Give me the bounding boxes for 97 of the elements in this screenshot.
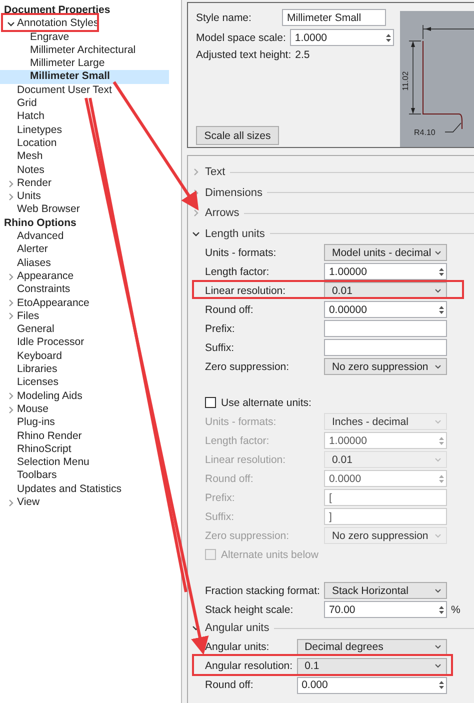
tree-item[interactable]: Updates and Statistics bbox=[0, 482, 169, 496]
spin-field[interactable]: 0.00000 bbox=[324, 301, 447, 318]
tree-item[interactable]: Files bbox=[0, 310, 169, 324]
field-value: 2.5 bbox=[295, 49, 310, 61]
tree-item[interactable]: Units bbox=[0, 190, 169, 204]
field-label: Length factor: bbox=[205, 434, 270, 446]
chevron-icon[interactable] bbox=[6, 20, 14, 28]
tree-item[interactable]: Libraries bbox=[0, 363, 169, 376]
tree-item[interactable]: Toolbars bbox=[0, 469, 169, 483]
tree-item[interactable]: Web Browser bbox=[0, 203, 169, 217]
tree-item[interactable]: Hatch bbox=[0, 110, 169, 124]
section-header[interactable]: Text bbox=[205, 166, 226, 178]
tree-item[interactable]: Constraints bbox=[0, 283, 169, 297]
input-field[interactable]: Millimeter Small bbox=[282, 9, 386, 26]
chevron-icon bbox=[434, 456, 442, 464]
field-label: Suffix: bbox=[205, 342, 235, 354]
dimension-label: R4.10 bbox=[414, 128, 436, 137]
field-label: Linear resolution: bbox=[205, 284, 287, 296]
tree-item[interactable]: Rhino Render bbox=[0, 430, 169, 443]
scale-all-sizes-button[interactable]: Scale all sizes bbox=[196, 126, 279, 145]
chevron-icon bbox=[434, 418, 442, 426]
tree-item[interactable]: View bbox=[0, 496, 169, 510]
field-label: Fraction stacking format: bbox=[205, 584, 320, 596]
dropdown[interactable]: Stack Horizontal bbox=[324, 582, 447, 599]
chevron-icon bbox=[434, 586, 442, 594]
chevron-icon bbox=[434, 286, 442, 294]
spin-field[interactable]: 0.000 bbox=[296, 676, 447, 694]
checkbox[interactable] bbox=[205, 397, 216, 408]
tree-item[interactable]: Selection Menu bbox=[0, 456, 169, 470]
tree-item[interactable]: Rhino Options bbox=[0, 216, 169, 230]
tree-item[interactable]: Notes bbox=[0, 164, 169, 177]
tree-item[interactable]: RhinoScript bbox=[0, 442, 169, 456]
tree-item[interactable]: Appearance bbox=[0, 270, 169, 284]
tree-item[interactable]: Document User Text bbox=[0, 84, 169, 98]
tree-item[interactable]: Mesh bbox=[0, 150, 169, 164]
tree-item[interactable]: Advanced bbox=[0, 230, 169, 244]
tree-item[interactable]: Grid bbox=[0, 97, 169, 110]
field-label: Round off: bbox=[205, 472, 254, 484]
spin-field[interactable]: 1.00000 bbox=[324, 263, 447, 280]
tree-item[interactable]: Millimeter Small bbox=[0, 70, 169, 84]
spin-field[interactable]: 70.00 bbox=[324, 601, 447, 618]
tree-item[interactable]: Plug-ins bbox=[0, 416, 169, 430]
tree-item[interactable]: Location bbox=[0, 136, 169, 150]
field-label: Style name: bbox=[196, 12, 252, 24]
tree-item[interactable]: Millimeter Large bbox=[0, 57, 169, 70]
checkbox-label: Use alternate units: bbox=[221, 396, 312, 408]
tree-item[interactable]: EtoAppearance bbox=[0, 296, 169, 310]
tree-item[interactable]: Render bbox=[0, 176, 169, 190]
chevron-icon bbox=[434, 362, 442, 370]
tree-item[interactable]: Linetypes bbox=[0, 124, 169, 137]
chevron-icon bbox=[434, 248, 442, 256]
field-label: Round off: bbox=[205, 679, 254, 691]
dropdown[interactable]: Decimal degrees bbox=[296, 638, 447, 656]
dropdown[interactable]: Model units - decimal bbox=[324, 244, 447, 261]
section-header[interactable]: Arrows bbox=[205, 207, 240, 220]
tree-item[interactable]: Licenses bbox=[0, 376, 169, 390]
field-label: Stack height scale: bbox=[205, 604, 294, 616]
unit-label: % bbox=[451, 604, 462, 616]
tree-item[interactable]: Modeling Aids bbox=[0, 390, 169, 403]
field-label: Round off: bbox=[205, 304, 254, 316]
input-field[interactable] bbox=[324, 320, 447, 337]
tree-item[interactable]: Alerter bbox=[0, 243, 169, 257]
tree-item[interactable]: Millimeter Architectural bbox=[0, 44, 169, 58]
field-label: Units - formats: bbox=[205, 246, 278, 258]
tree-item[interactable]: General bbox=[0, 323, 169, 336]
tree-item[interactable]: Mouse bbox=[0, 402, 169, 416]
section-header[interactable]: Length units bbox=[205, 228, 265, 240]
field-label: Zero suppression: bbox=[205, 360, 290, 372]
field-label: Prefix: bbox=[205, 322, 236, 334]
dimension-label: 11.02 bbox=[401, 71, 410, 91]
dropdown[interactable]: No zero suppression bbox=[324, 358, 447, 375]
field-label: Adjusted text height: bbox=[196, 49, 292, 61]
section-header[interactable]: Dimensions bbox=[205, 186, 262, 199]
checkbox-label: Alternate units below bbox=[221, 548, 318, 560]
field-label: Units - formats: bbox=[205, 416, 278, 428]
field-label: Angular units: bbox=[205, 641, 270, 653]
chevron-icon bbox=[434, 662, 442, 670]
field-label: Linear resolution: bbox=[205, 454, 287, 466]
field-label: Angular resolution: bbox=[205, 660, 293, 672]
field-label: Prefix: bbox=[205, 492, 236, 504]
spin-field[interactable]: 1.0000 bbox=[290, 29, 394, 46]
chevron-icon[interactable] bbox=[192, 230, 200, 238]
field-label: Model space scale: bbox=[196, 32, 286, 44]
tree-item[interactable]: Aliases bbox=[0, 256, 169, 270]
chevron-icon bbox=[434, 643, 442, 651]
dropdown[interactable]: 0.1 bbox=[296, 658, 447, 674]
section-header[interactable]: Angular units bbox=[205, 622, 270, 634]
field-label: Length factor: bbox=[205, 266, 270, 278]
tree-item[interactable]: Document Properties bbox=[0, 4, 169, 18]
chevron-icon bbox=[434, 532, 442, 540]
tree-item[interactable]: Idle Processor bbox=[0, 336, 169, 350]
field-label: Zero suppression: bbox=[205, 530, 290, 542]
field-label: Suffix: bbox=[205, 510, 235, 522]
chevron-icon[interactable] bbox=[192, 624, 200, 632]
tree-item[interactable]: Engrave bbox=[0, 30, 169, 44]
input-field[interactable] bbox=[324, 339, 447, 356]
tree-item[interactable]: Keyboard bbox=[0, 350, 169, 364]
